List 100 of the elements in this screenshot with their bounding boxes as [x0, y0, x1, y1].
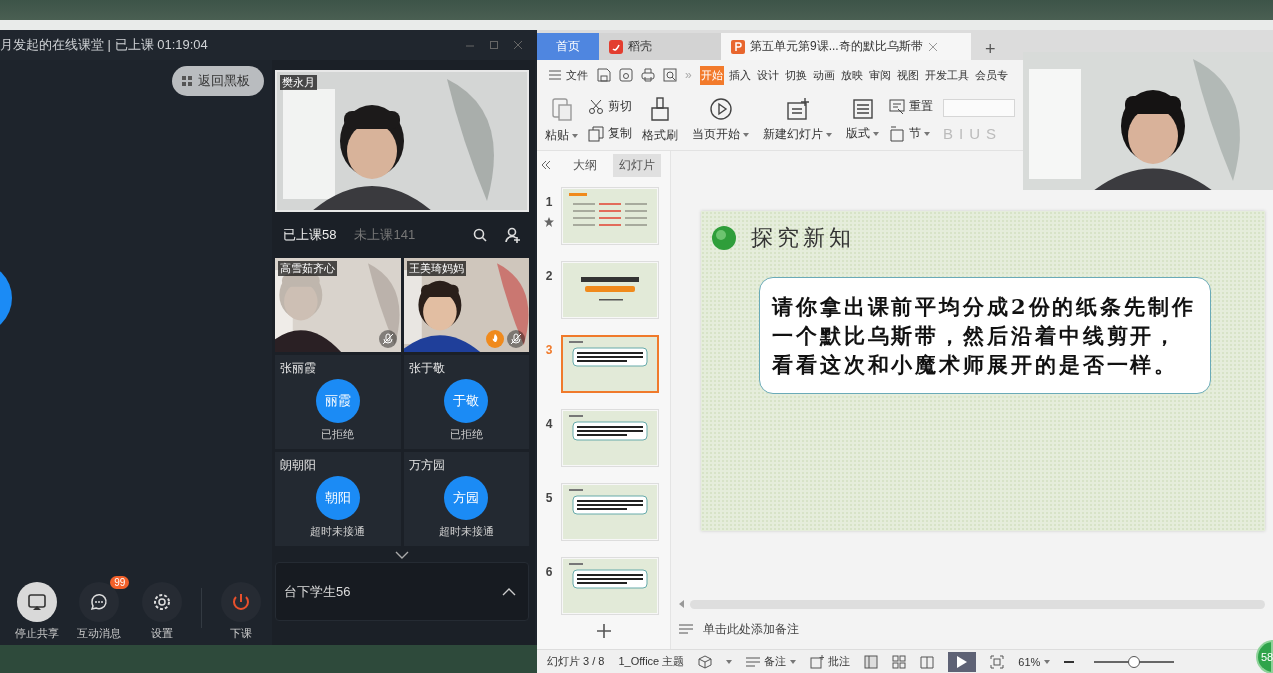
brush-button[interactable]: 格式刷: [638, 96, 682, 144]
ribbon-tab[interactable]: 审阅: [867, 65, 892, 85]
slider-thumb[interactable]: [1128, 655, 1141, 668]
fit-icon[interactable]: [990, 654, 1005, 669]
participant-name: 高雪茹齐心: [278, 261, 337, 276]
slide-thumbnail[interactable]: [563, 263, 657, 317]
add-slide-icon[interactable]: [595, 623, 612, 639]
window-title: 月发起的在线课堂 | 已上课 01:19:04: [0, 36, 208, 54]
panel-tab[interactable]: 大纲: [566, 153, 603, 177]
slide-thumbnail[interactable]: [563, 337, 657, 391]
paste-button[interactable]: 粘贴: [541, 96, 582, 144]
zoom-level[interactable]: 61%: [1018, 655, 1051, 668]
section-icon: [889, 125, 905, 142]
new-slide-icon: [785, 97, 810, 121]
slide-thumbnail[interactable]: [563, 485, 657, 539]
section-button[interactable]: 节: [889, 123, 933, 144]
file-menu[interactable]: 文件: [565, 65, 589, 85]
preview-icon[interactable]: [663, 68, 677, 82]
document-tab[interactable]: 首页: [537, 33, 599, 60]
copy-button[interactable]: 复制: [588, 123, 632, 144]
audience-label: 台下学生56: [284, 582, 351, 601]
end-class-button[interactable]: 下课: [209, 574, 272, 641]
grid-icon: [182, 76, 192, 86]
slide-number: 3: [545, 343, 553, 357]
play-icon: [708, 97, 733, 121]
settings-button[interactable]: 设置: [130, 574, 193, 641]
slide-text: 请你拿出课前平均分成2份的纸条先制作一个默比乌斯带，然后沿着中线剪开，看看这次和小魔术师展开的是否一样。: [759, 277, 1211, 394]
participant-name: 万方园: [408, 457, 445, 474]
grid-view-icon[interactable]: [892, 654, 907, 669]
avatar: 朝阳: [315, 476, 360, 520]
panel-tab[interactable]: 幻灯片: [612, 153, 661, 177]
tab-label: 稻壳: [628, 38, 652, 55]
caret-icon: [790, 659, 797, 664]
slide-number: 1: [545, 195, 553, 209]
call-status: 超时未接通: [438, 524, 494, 539]
ribbon-tab[interactable]: 切换: [783, 65, 808, 85]
slide-thumbnail[interactable]: [563, 189, 657, 243]
play-button[interactable]: 当页开始: [688, 97, 753, 143]
bullet-dot-icon: [711, 225, 737, 251]
avatar: 丽霞: [315, 379, 360, 423]
export-icon[interactable]: [619, 68, 633, 82]
print-icon[interactable]: [641, 68, 655, 82]
slide-thumbnail[interactable]: [563, 411, 657, 465]
collapse-icon[interactable]: [541, 160, 551, 170]
brush-icon: [649, 96, 671, 122]
notes-placeholder[interactable]: 单击此处添加备注: [703, 620, 799, 638]
mic-off-icon: [507, 330, 525, 348]
stop-sharing-button[interactable]: 停止共享: [6, 574, 69, 641]
maximize-icon[interactable]: [489, 40, 499, 50]
zoom-out-icon[interactable]: [1064, 659, 1075, 664]
document-tab[interactable]: 第五单元第9课...奇的默比乌斯带: [721, 33, 971, 60]
ribbon-tab[interactable]: 设计: [755, 65, 780, 85]
ribbon-tab[interactable]: 会员专: [973, 65, 1009, 85]
chevron-down-icon[interactable]: [395, 551, 409, 559]
scroll-left-icon[interactable]: [679, 600, 684, 608]
chevron-up-icon[interactable]: [502, 587, 516, 596]
document-tab[interactable]: 稻壳: [599, 33, 721, 60]
tab[interactable]: 已上课58: [283, 226, 337, 244]
reset-button[interactable]: 重置: [889, 96, 933, 117]
save-icon[interactable]: [597, 68, 611, 82]
return-button[interactable]: 返回黑板: [172, 66, 264, 96]
settings-icon: [141, 582, 182, 622]
paste-icon: [550, 96, 573, 122]
notes-button[interactable]: 备注: [746, 654, 797, 669]
cut-button[interactable]: 剪切: [588, 96, 632, 117]
font-field[interactable]: [943, 98, 1015, 117]
ribbon-tab[interactable]: 开发工具: [923, 65, 970, 85]
normal-view-icon[interactable]: [864, 654, 879, 669]
participant-name: 张丽霞: [280, 360, 316, 377]
call-status: 已拒绝: [321, 427, 355, 442]
add-user-icon[interactable]: [505, 227, 521, 243]
participant-name: 王美琦妈妈: [406, 261, 466, 276]
avatar: 方园: [444, 476, 489, 520]
audience-panel[interactable]: 台下学生56: [275, 562, 529, 621]
search-icon[interactable]: [473, 228, 487, 242]
new-tab-button[interactable]: +: [971, 39, 1010, 60]
slideshow-button[interactable]: [948, 651, 977, 672]
new-slide-button[interactable]: 新建幻灯片: [759, 97, 836, 143]
slide-thumbnail[interactable]: [563, 559, 657, 613]
messages-button[interactable]: 99 互动消息: [68, 574, 131, 641]
close-icon[interactable]: [513, 40, 523, 50]
caret-icon: [1044, 659, 1051, 664]
slide-counter: 幻灯片 3 / 8: [547, 654, 605, 669]
ribbon-tab[interactable]: 放映: [839, 65, 864, 85]
tab-label: 第五单元第9课...奇的默比乌斯带: [750, 38, 923, 55]
layout-button[interactable]: 版式: [842, 98, 883, 142]
cube-icon[interactable]: [698, 654, 713, 669]
close-icon[interactable]: [927, 41, 938, 52]
comments-button[interactable]: 批注: [810, 654, 851, 669]
participant-name: 朗朝阳: [280, 457, 316, 474]
reading-view-icon[interactable]: [920, 654, 935, 669]
ribbon-tab[interactable]: 插入: [727, 65, 752, 85]
tab[interactable]: 未上课141: [354, 226, 416, 244]
slide-number: 6: [545, 565, 553, 579]
ribbon-tab[interactable]: 动画: [811, 65, 836, 85]
presentation-file-icon: [731, 39, 745, 54]
slide-number: 4: [545, 417, 553, 431]
ribbon-tab[interactable]: 视图: [895, 65, 920, 85]
teacher-name: 樊永月: [280, 75, 317, 90]
mic-off-icon: [378, 330, 397, 348]
